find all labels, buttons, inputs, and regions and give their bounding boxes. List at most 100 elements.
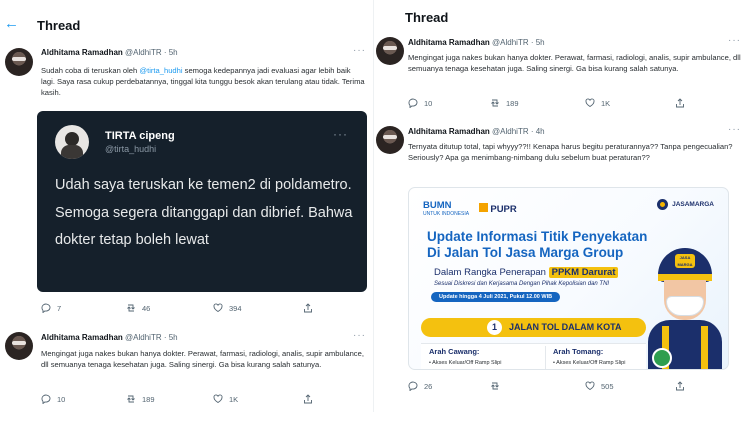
heart-icon bbox=[213, 394, 223, 404]
retweet-action[interactable]: 46 bbox=[126, 303, 213, 313]
like-count: 1K bbox=[229, 394, 239, 404]
badge-emblem bbox=[652, 348, 672, 368]
retweet-action[interactable]: 189 bbox=[490, 98, 585, 108]
vest-stripe-right bbox=[701, 326, 708, 369]
avatar[interactable] bbox=[5, 48, 33, 76]
author-name[interactable]: Aldhitama Ramadhan bbox=[41, 48, 123, 57]
retweet-icon bbox=[127, 304, 135, 312]
section-label: JALAN TOL DALAM KOTA bbox=[509, 322, 622, 332]
reply-action[interactable]: 26 bbox=[408, 381, 490, 391]
author-handle[interactable]: @AldhiTR bbox=[125, 48, 162, 57]
retweet-icon bbox=[491, 382, 499, 390]
tweet-text: Ternyata ditutup total, tapi whyyy??!! K… bbox=[408, 142, 733, 162]
like-count: 394 bbox=[229, 303, 242, 313]
quoted-tweet[interactable]: TIRTA cipeng @tirta_hudhi ··· Udah saya … bbox=[37, 111, 367, 292]
mention-link[interactable]: @tirta_hudhi bbox=[139, 66, 182, 75]
tweet-text-part: Sudah coba di teruskan oleh bbox=[41, 66, 140, 75]
retweet-count: 189 bbox=[506, 98, 519, 108]
tweet-time[interactable]: · 5h bbox=[164, 333, 178, 342]
share-action[interactable] bbox=[303, 394, 313, 404]
retweet-action[interactable]: 189 bbox=[126, 394, 213, 404]
avatar[interactable] bbox=[5, 332, 33, 360]
like-count: 505 bbox=[601, 381, 614, 391]
retweet-count: 46 bbox=[142, 303, 151, 313]
thread-title: Thread bbox=[37, 18, 81, 33]
infographic-title-line-2: Di Jalan Tol Jasa Marga Group bbox=[427, 245, 624, 260]
thread-title: Thread bbox=[405, 10, 449, 25]
more-options-icon[interactable]: ··· bbox=[353, 330, 366, 341]
bumn-logo: BUMN UNTUK INDONESIA bbox=[423, 200, 469, 217]
author-name[interactable]: Aldhitama Ramadhan bbox=[408, 38, 490, 47]
bumn-logo-text: BUMN bbox=[423, 200, 452, 211]
pupr-logo: PUPR bbox=[479, 202, 517, 215]
tweet-text: Mengingat juga nakes bukan hanya dokter.… bbox=[41, 349, 364, 369]
section-header-bar: 1 JALAN TOL DALAM KOTA bbox=[421, 318, 646, 337]
face-mask bbox=[666, 296, 704, 316]
back-arrow-icon[interactable]: ← bbox=[4, 15, 19, 32]
author-name[interactable]: Aldhitama Ramadhan bbox=[408, 127, 490, 136]
like-action[interactable]: 1K bbox=[213, 394, 303, 404]
share-icon bbox=[676, 98, 684, 108]
helmet-badge: JASA MARGA bbox=[675, 254, 695, 268]
reply-count: 10 bbox=[424, 98, 433, 108]
reply-icon bbox=[41, 303, 51, 313]
like-action[interactable]: 394 bbox=[213, 303, 303, 313]
share-action[interactable] bbox=[675, 98, 685, 108]
more-options-icon[interactable]: ··· bbox=[353, 45, 366, 56]
avatar[interactable] bbox=[376, 126, 404, 154]
infographic-disclaimer: Sesuai Diskresi dan Kerjasama Dengan Pih… bbox=[434, 281, 610, 287]
reply-icon bbox=[41, 394, 51, 404]
route-left-title: Arah Cawang: bbox=[429, 347, 480, 356]
more-options-icon[interactable]: ··· bbox=[728, 35, 741, 46]
infographic-title-line-1: Update Informasi Titik Penyekatan bbox=[427, 229, 648, 244]
reply-count: 10 bbox=[57, 394, 66, 404]
retweet-icon bbox=[127, 395, 135, 403]
tweet-time[interactable]: · 5h bbox=[531, 38, 545, 47]
like-action[interactable]: 505 bbox=[585, 381, 675, 391]
heart-icon bbox=[213, 303, 223, 313]
route-right-title: Arah Tomang: bbox=[553, 347, 604, 356]
quoted-author-name[interactable]: TIRTA cipeng bbox=[105, 130, 175, 142]
share-icon bbox=[304, 394, 312, 404]
tweet-actions: 7 46 394 bbox=[41, 303, 313, 313]
tweet[interactable]: Aldhitama Ramadhan @AldhiTR · 5h ··· Men… bbox=[376, 35, 750, 115]
tweet-time[interactable]: · 5h bbox=[164, 48, 178, 57]
author-line: Aldhitama Ramadhan @AldhiTR · 4h bbox=[408, 127, 545, 136]
subtitle-text: Dalam Rangka Penerapan bbox=[434, 267, 546, 278]
quoted-author-handle[interactable]: @tirta_hudhi bbox=[105, 144, 156, 154]
more-options-icon[interactable]: ··· bbox=[333, 127, 348, 141]
reply-action[interactable]: 10 bbox=[408, 98, 490, 108]
quoted-avatar[interactable] bbox=[55, 125, 89, 159]
author-handle[interactable]: @AldhiTR bbox=[125, 333, 162, 342]
author-handle[interactable]: @AldhiTR bbox=[492, 38, 529, 47]
tweet-media-image[interactable]: BUMN UNTUK INDONESIA PUPR JASAMARGA Upda… bbox=[408, 187, 729, 370]
retweet-action[interactable] bbox=[490, 381, 585, 391]
quoted-tweet-text: Udah saya teruskan ke temen2 di poldamet… bbox=[55, 177, 353, 248]
reply-action[interactable]: 10 bbox=[41, 394, 126, 404]
partner-logos: BUMN UNTUK INDONESIA PUPR bbox=[423, 200, 517, 217]
share-action[interactable] bbox=[303, 303, 313, 313]
officer-illustration: JASA MARGA bbox=[648, 238, 722, 369]
reply-count: 26 bbox=[424, 381, 433, 391]
left-thread-panel: ← Thread Aldhitama Ramadhan @AldhiTR · 5… bbox=[0, 0, 374, 412]
pupr-mark-icon bbox=[479, 202, 489, 212]
share-action[interactable] bbox=[675, 381, 685, 391]
avatar[interactable] bbox=[376, 37, 404, 65]
author-line: Aldhitama Ramadhan @AldhiTR · 5h bbox=[408, 38, 545, 47]
jasamarga-logo-icon bbox=[657, 199, 669, 210]
tweet[interactable]: Aldhitama Ramadhan @AldhiTR · 5h ··· Men… bbox=[0, 330, 373, 412]
author-name[interactable]: Aldhitama Ramadhan bbox=[41, 333, 123, 342]
section-number: 1 bbox=[487, 320, 502, 335]
route-divider bbox=[545, 346, 546, 369]
route-right-item: • Akses Keluar/Off Ramp Slipi bbox=[553, 360, 626, 366]
tweet[interactable]: Aldhitama Ramadhan @AldhiTR · 5h ··· Sud… bbox=[0, 44, 373, 313]
like-count: 1K bbox=[601, 98, 611, 108]
heart-icon bbox=[585, 98, 595, 108]
infographic-subtitle: Dalam Rangka Penerapan PPKM Darurat bbox=[434, 267, 619, 278]
tweet-time[interactable]: · 4h bbox=[531, 127, 545, 136]
reply-action[interactable]: 7 bbox=[41, 303, 126, 313]
author-handle[interactable]: @AldhiTR bbox=[492, 127, 529, 136]
more-options-icon[interactable]: ··· bbox=[728, 124, 741, 135]
tweet-text: Sudah coba di teruskan oleh @tirta_hudhi… bbox=[41, 65, 366, 98]
like-action[interactable]: 1K bbox=[585, 98, 675, 108]
